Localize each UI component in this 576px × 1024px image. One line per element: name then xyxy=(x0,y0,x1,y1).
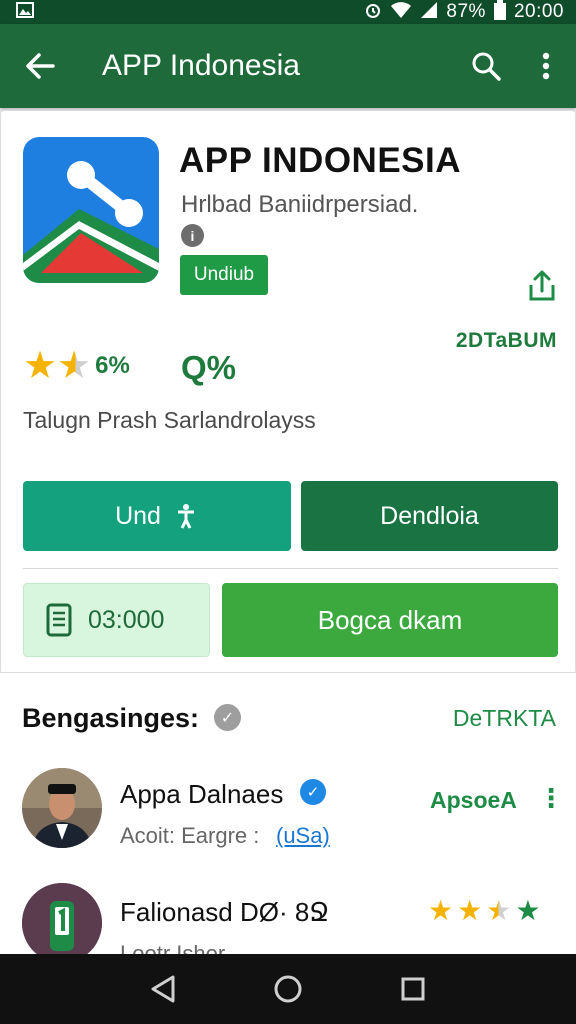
reviewer-name: Appa Dalnaes xyxy=(120,779,284,809)
open-button[interactable]: Bogca dkam xyxy=(222,583,558,657)
reviewer-link[interactable]: (uSa) xyxy=(276,823,330,849)
status-time: 20:00 xyxy=(513,1,564,22)
nav-home-button[interactable] xyxy=(268,969,308,1009)
reviewer-name: Falionasd DØ· 8Ջ xyxy=(120,897,330,927)
app-logo-icon xyxy=(23,137,159,283)
rating-value: 6% xyxy=(95,352,130,379)
verified-icon: ✓ xyxy=(300,779,326,805)
more-options-button[interactable] xyxy=(516,24,576,108)
search-icon xyxy=(472,52,501,81)
gallery-notification-icon xyxy=(16,2,34,22)
review-stars: ★ ★ ★ ★ xyxy=(428,897,540,925)
accessibility-icon xyxy=(177,504,194,529)
reviews-title: Bengasinges: xyxy=(22,703,200,733)
status-left xyxy=(16,2,34,22)
info-icon[interactable]: i xyxy=(181,224,204,247)
app-bar-title: APP Indonesia xyxy=(102,49,300,82)
developer-name: Hrlbad Baniidrpersiad. xyxy=(181,191,419,218)
star-half-icon: ★ xyxy=(486,895,512,926)
size-value: 03:000 xyxy=(88,605,165,634)
battery-icon xyxy=(493,0,506,24)
size-box[interactable]: 03:000 xyxy=(23,583,210,657)
more-vert-icon[interactable]: ⋮ xyxy=(538,783,564,814)
category-badge: Undiub xyxy=(180,255,268,295)
back-button[interactable] xyxy=(0,24,80,108)
reviews-card: Bengasinges: ✓ DeTRKTA Appa Dalnaes ✓ Ac… xyxy=(0,672,576,972)
nav-home-icon xyxy=(274,975,302,1003)
nav-back-icon xyxy=(151,975,175,1003)
star-half-icon: ★ xyxy=(57,345,92,387)
alarm-icon xyxy=(364,1,382,23)
downloads-count: 2DTaBUM xyxy=(455,329,557,352)
star-icon: ★ xyxy=(457,895,483,926)
percent-value: Q% xyxy=(181,349,237,386)
star-icon: ★ xyxy=(23,345,58,387)
review-action-link[interactable]: ApsoeA xyxy=(430,787,517,814)
reviewer-subtitle: Acoit: Eargre : xyxy=(120,823,260,848)
back-arrow-icon xyxy=(26,53,55,79)
app-name: APP INDONESIA xyxy=(179,141,462,180)
avatar xyxy=(22,883,102,963)
status-bar: 87% 20:00 xyxy=(0,0,576,24)
search-button[interactable] xyxy=(456,24,516,108)
app-details-card: APP INDONESIA Hrlbad Baniidrpersiad. i U… xyxy=(0,110,576,674)
star-green-icon: ★ xyxy=(515,895,541,926)
download-button[interactable]: Dendloia xyxy=(301,481,558,551)
status-right: 87% 20:00 xyxy=(364,0,564,24)
rating-row: ★ ★ 6% xyxy=(23,347,130,385)
wifi-icon xyxy=(390,1,412,23)
nav-back-button[interactable] xyxy=(143,969,183,1009)
install-button-label: Und xyxy=(115,501,161,530)
document-icon xyxy=(46,603,72,637)
reviews-detail-link[interactable]: DeTRKTA xyxy=(453,705,556,732)
app-bar: APP Indonesia xyxy=(0,24,576,108)
avatar xyxy=(22,768,102,848)
nav-recents-icon xyxy=(401,977,425,1001)
navigation-bar xyxy=(0,954,576,1024)
nav-recents-button[interactable] xyxy=(393,969,433,1009)
app-description: Talugn Prash Sarlandrolayss xyxy=(23,407,316,433)
divider xyxy=(23,568,558,569)
battery-percent: 87% xyxy=(446,1,486,22)
more-vert-icon xyxy=(542,52,550,80)
check-icon: ✓ xyxy=(214,704,241,731)
install-button[interactable]: Und xyxy=(23,481,291,551)
share-icon[interactable] xyxy=(526,269,558,303)
star-icon: ★ xyxy=(428,895,454,926)
signal-icon xyxy=(420,1,438,23)
